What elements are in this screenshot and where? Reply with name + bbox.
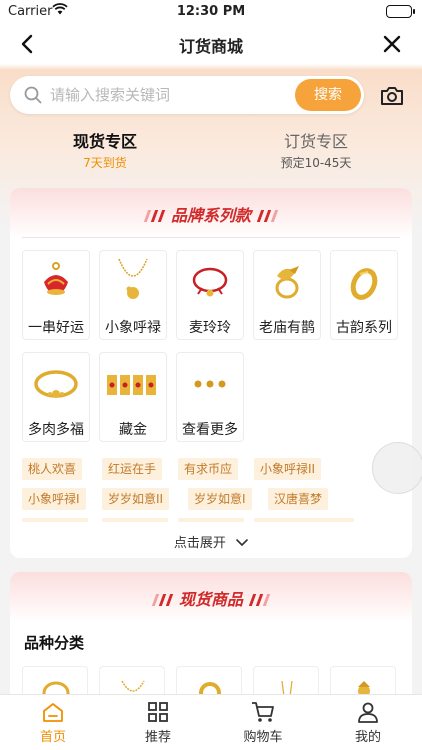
brand-series-card: 品牌系列款 一串好运 小象呼禄 麦玲玲 老庙有鹊 古韵系列 多肉多福 藏金 查看… [10, 188, 412, 558]
slash-decoration-icon [151, 591, 174, 610]
tabbar-home[interactable]: 首页 [18, 701, 88, 745]
series-tag[interactable]: 桃人欢喜 [22, 458, 83, 480]
tab-in-stock[interactable]: 现货专区 7天到货 [25, 128, 185, 171]
product-label: 多肉多福 [28, 422, 84, 438]
series-tag-partial [254, 518, 354, 522]
product-label: 古韵系列 [336, 320, 392, 336]
series-tag[interactable]: 小象呼禄II [254, 458, 322, 480]
status-bar: Carrier 12:30 PM [0, 0, 422, 24]
series-tag[interactable]: 有求币应 [178, 458, 239, 480]
gold-bangle-icon [23, 353, 89, 415]
series-tag[interactable]: 岁岁如意I [188, 488, 252, 510]
product-item[interactable]: 麦玲玲 [176, 250, 244, 340]
tab-in-stock-title: 现货专区 [72, 132, 137, 151]
slash-decoration-icon [248, 591, 271, 610]
product-label: 藏金 [119, 422, 147, 438]
tab-in-stock-subtitle: 7天到货 [83, 156, 127, 170]
brand-series-header: 品牌系列款 [10, 188, 412, 238]
stock-products-title: 现货商品 [178, 590, 243, 609]
slash-decoration-icon [143, 207, 166, 226]
product-label: 麦玲玲 [189, 320, 231, 336]
grid-icon [123, 701, 193, 723]
tabbar-label: 购物车 [243, 730, 283, 745]
gold-necklace-icon [100, 251, 166, 313]
tabbar-label: 推荐 [144, 730, 171, 745]
series-tag[interactable]: 小象呼禄I [22, 488, 86, 510]
stock-products-card: 现货商品 品种分类 [10, 572, 412, 712]
red-bracelet-icon [177, 251, 243, 313]
product-label: 老庙有鹊 [259, 320, 315, 336]
product-label: 一串好运 [28, 320, 84, 336]
expand-label: 点击展开 [173, 536, 226, 551]
product-item[interactable]: 多肉多福 [22, 352, 90, 442]
camera-icon[interactable] [378, 82, 406, 110]
product-item[interactable]: 小象呼禄 [99, 250, 167, 340]
tabbar-cart[interactable]: 购物车 [228, 701, 298, 745]
series-tag[interactable]: 汉唐喜梦 [268, 488, 329, 510]
chevron-down-icon [236, 536, 248, 551]
red-pendant-icon [23, 251, 89, 313]
tabbar-profile[interactable]: 我的 [333, 701, 403, 745]
more-dots-icon [177, 353, 243, 415]
cart-icon [228, 701, 298, 723]
product-item[interactable]: 一串好运 [22, 250, 90, 340]
series-tag-partial [178, 518, 244, 522]
search-input[interactable] [50, 84, 290, 106]
floating-assistive-button[interactable] [372, 442, 422, 494]
nav-bar: 订货商城 [0, 24, 422, 64]
clock: 12:30 PM [176, 4, 246, 19]
series-tag-partial [102, 518, 168, 522]
bottom-tab-bar: 首页 推荐 购物车 我的 [0, 694, 422, 750]
close-icon[interactable] [378, 30, 406, 58]
tab-preorder-subtitle: 预定10-45天 [280, 156, 352, 170]
search-bar: 搜索 [10, 76, 364, 114]
category-title: 品种分类 [24, 634, 85, 652]
expand-toggle[interactable]: 点击展开 [10, 532, 412, 551]
brand-series-title: 品牌系列款 [170, 206, 251, 225]
home-icon [18, 701, 88, 723]
slash-decoration-icon [256, 207, 279, 226]
user-icon [333, 701, 403, 723]
product-item[interactable]: 查看更多 [176, 352, 244, 442]
search-icon [24, 86, 42, 108]
product-label: 查看更多 [182, 422, 238, 438]
gold-ring-bird-icon [254, 251, 320, 313]
page-title: 订货商城 [178, 37, 243, 56]
product-item[interactable]: 老庙有鹊 [253, 250, 321, 340]
product-item[interactable]: 古韵系列 [330, 250, 398, 340]
search-button[interactable]: 搜索 [295, 79, 361, 111]
product-item[interactable]: 藏金 [99, 352, 167, 442]
tab-preorder-title: 订货专区 [283, 132, 348, 151]
tabbar-recommend[interactable]: 推荐 [123, 701, 193, 745]
series-tag[interactable]: 红运在手 [102, 458, 163, 480]
battery-icon [386, 5, 415, 18]
tabbar-label: 首页 [39, 730, 66, 745]
gold-bars-icon [100, 353, 166, 415]
stock-products-header: 现货商品 [10, 572, 412, 622]
tab-preorder[interactable]: 订货专区 预定10-45天 [236, 128, 396, 171]
tabbar-label: 我的 [354, 730, 381, 745]
series-tag-partial [22, 518, 88, 522]
series-tag[interactable]: 岁岁如意II [102, 488, 170, 510]
gold-ring-icon [331, 251, 397, 313]
product-label: 小象呼禄 [105, 320, 161, 336]
